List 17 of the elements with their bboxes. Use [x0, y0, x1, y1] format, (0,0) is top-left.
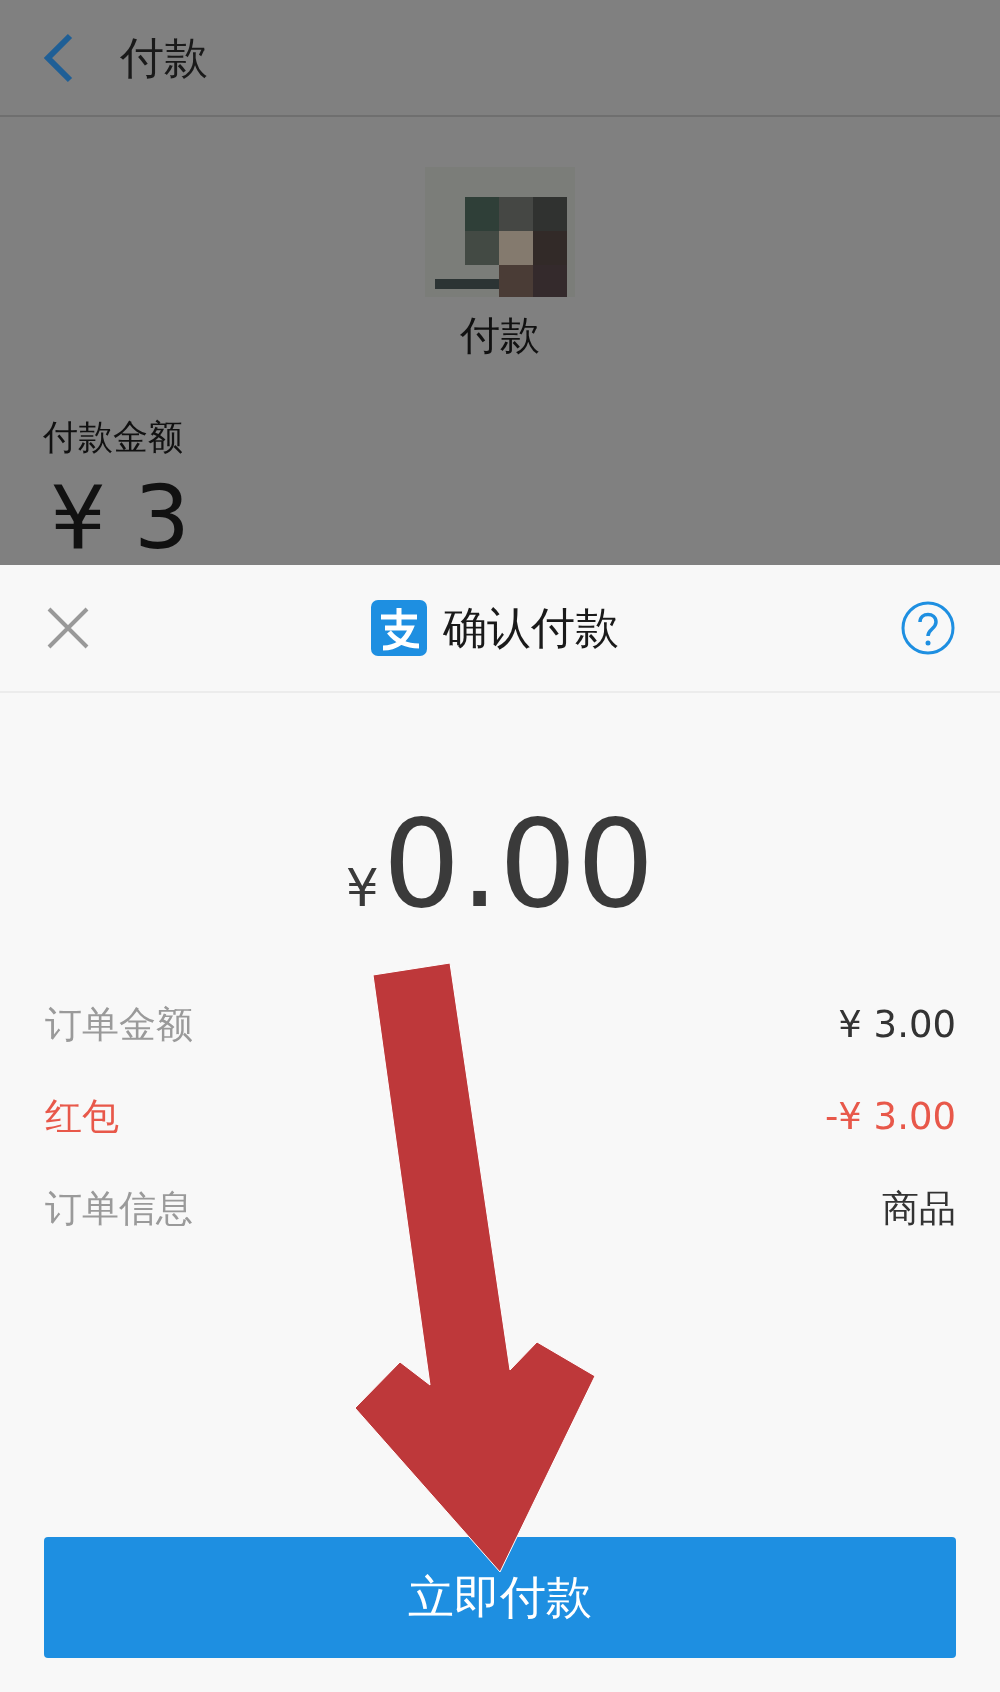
amount-text: ¥ 3 [50, 473, 191, 562]
logo-icon [371, 600, 427, 656]
row-label: 订单信息 [45, 1186, 193, 1233]
payee-caption: 付款 [460, 311, 540, 360]
row-value: ¥ 3.00 [838, 1002, 956, 1049]
help-icon[interactable] [900, 600, 956, 656]
pay-now-button[interactable]: 立即付款 [44, 1537, 956, 1658]
row-value: -¥ 3.00 [824, 1094, 956, 1141]
row-label: 订单金额 [45, 1002, 193, 1049]
row-value: 商品 [882, 1186, 956, 1233]
currency-symbol: ¥ [345, 857, 379, 920]
page-title: 付款 [120, 30, 208, 85]
close-icon[interactable] [46, 606, 90, 650]
pay-amount: 0.00 [382, 803, 655, 925]
row-label: 红包 [45, 1094, 119, 1141]
sheet-title: 确认付款 [443, 601, 619, 655]
amount-label: 付款金额 [43, 416, 184, 459]
